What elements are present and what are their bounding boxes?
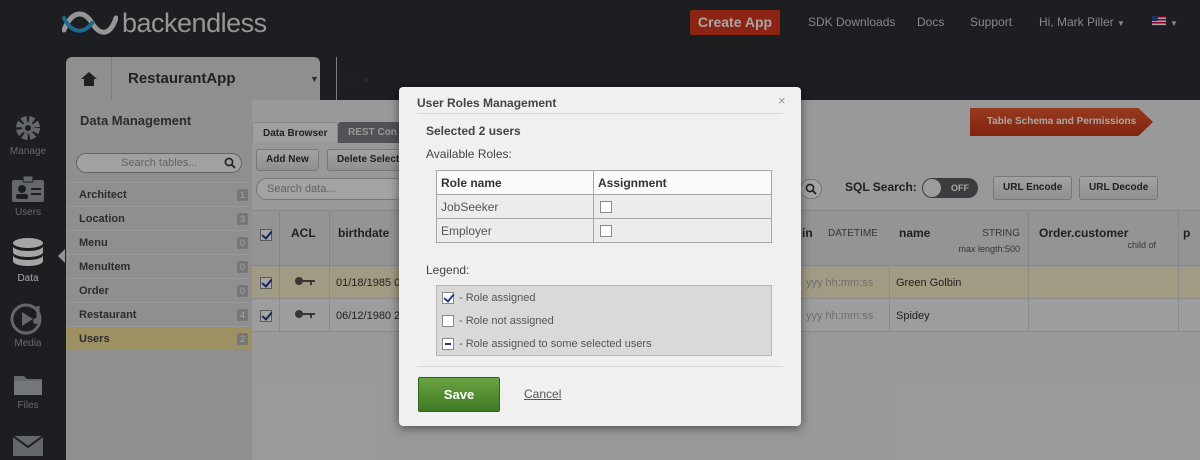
legend-item: - Role not assigned (442, 315, 554, 328)
assignment-cell (593, 218, 772, 243)
legend-label: - Role assigned (459, 292, 536, 304)
available-roles-label: Available Roles: (426, 147, 512, 161)
dialog-title: User Roles Management (417, 96, 557, 110)
table-row: JobSeeker (436, 194, 772, 219)
cancel-link[interactable]: Cancel (524, 387, 561, 401)
user-roles-dialog: User Roles Management × Selected 2 users… (399, 87, 801, 426)
selected-users-count: Selected 2 users (426, 124, 521, 138)
unchecked-checkbox-icon (442, 315, 454, 328)
legend-label: - Role assigned to some selected users (459, 338, 652, 350)
checked-checkbox-icon (442, 292, 454, 305)
save-button[interactable]: Save (418, 377, 500, 412)
close-icon[interactable]: × (778, 93, 786, 108)
legend-label: - Role not assigned (459, 315, 554, 327)
assignment-cell (593, 194, 772, 219)
legend-item: - Role assigned (442, 292, 536, 305)
table-header-row: Role name Assignment (436, 170, 772, 195)
partial-checkbox-icon (442, 338, 454, 351)
legend-item: - Role assigned to some selected users (442, 338, 652, 351)
table-row: Employer (436, 218, 772, 243)
column-header-assignment: Assignment (593, 170, 772, 195)
divider (417, 113, 783, 114)
role-name-cell: Employer (436, 218, 594, 243)
column-header-role-name: Role name (436, 170, 594, 195)
role-assign-checkbox[interactable] (600, 225, 612, 238)
divider (417, 366, 783, 367)
role-name-cell: JobSeeker (436, 194, 594, 219)
legend-box: - Role assigned - Role not assigned - Ro… (436, 285, 772, 356)
roles-table: Role name Assignment JobSeeker Employer (436, 170, 772, 243)
role-assign-checkbox[interactable] (600, 201, 612, 214)
legend-title: Legend: (426, 263, 470, 277)
